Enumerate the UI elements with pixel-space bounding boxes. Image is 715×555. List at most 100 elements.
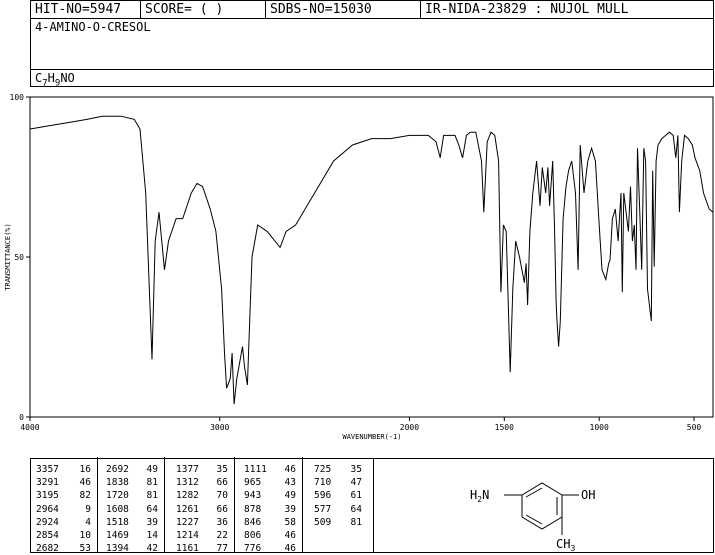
peak-row: 577 64 xyxy=(314,503,362,516)
peak-transmittance: 36 xyxy=(216,516,228,528)
peak-transmittance: 81 xyxy=(350,516,362,528)
peak-row: 1720 81 xyxy=(106,489,158,502)
spectrum-line xyxy=(29,115,714,405)
peak-transmittance: 22 xyxy=(216,530,228,542)
peak-row: 1261 66 xyxy=(176,503,228,516)
peak-wavenumber: 1261 xyxy=(176,503,199,515)
peak-row: 2692 49 xyxy=(106,463,158,476)
peak-wavenumber: 965 xyxy=(244,477,262,489)
chart-axes: 4000 3000 2000 1500 1000 500 0 50 100 xyxy=(10,93,714,432)
peak-transmittance: 49 xyxy=(284,490,296,502)
peak-column: 1377 35 1312 66 1282 70 1261 66 1227 36 1214 22 1161… xyxy=(176,463,228,555)
peak-row: 806 46 xyxy=(244,529,296,542)
peak-row: 1838 81 xyxy=(106,476,158,489)
peak-wavenumber: 2964 xyxy=(36,503,59,515)
peak-transmittance: 9 xyxy=(85,503,91,515)
peak-row: 2924 4 xyxy=(36,516,91,529)
x-tick-label: 4000 xyxy=(20,423,39,432)
peak-wavenumber: 846 xyxy=(244,516,262,528)
peak-transmittance: 14 xyxy=(146,530,158,542)
peak-wavenumber: 2692 xyxy=(106,464,129,475)
peak-transmittance: 66 xyxy=(216,477,228,489)
structure-box: H2N OH CH3 xyxy=(373,458,714,553)
peak-transmittance: 81 xyxy=(146,477,158,489)
peak-transmittance: 46 xyxy=(284,543,296,555)
amino-group: H2N xyxy=(470,488,489,504)
x-tick-label: 500 xyxy=(687,423,702,432)
peak-wavenumber: 1377 xyxy=(176,464,199,475)
peak-column: 3357 16 3291 46 3195 82 2964 9 2924 4 2854 10 2682 53 xyxy=(36,463,91,555)
peak-transmittance: 35 xyxy=(216,464,228,475)
peak-row: 1214 22 xyxy=(176,529,228,542)
peak-transmittance: 42 xyxy=(146,543,158,555)
column-divider xyxy=(97,457,98,552)
peak-wavenumber: 596 xyxy=(314,490,332,502)
peak-row: 710 47 xyxy=(314,476,362,489)
peak-row: 1377 35 xyxy=(176,463,228,476)
x-axis-label: WAVENUMBER(-1) xyxy=(342,433,401,441)
peak-row: 3195 82 xyxy=(36,489,91,502)
peak-row: 1394 42 xyxy=(106,542,158,555)
peak-transmittance: 46 xyxy=(284,464,296,475)
peak-row: 2682 53 xyxy=(36,542,91,555)
peak-transmittance: 39 xyxy=(146,516,158,528)
benzene-ring xyxy=(504,482,579,535)
peak-wavenumber: 1720 xyxy=(106,490,129,502)
peak-transmittance: 61 xyxy=(350,490,362,502)
peak-transmittance: 46 xyxy=(79,477,91,489)
peak-wavenumber: 1111 xyxy=(244,464,267,475)
peak-wavenumber: 1214 xyxy=(176,530,199,542)
peak-row: 1518 39 xyxy=(106,516,158,529)
peak-wavenumber: 2854 xyxy=(36,530,59,542)
peak-transmittance: 77 xyxy=(216,543,228,555)
x-tick-label: 1000 xyxy=(590,423,609,432)
y-axis-label: TRANSMITTANCE(%) xyxy=(4,223,12,290)
y-tick-label: 100 xyxy=(10,93,25,102)
peak-transmittance: 39 xyxy=(284,503,296,515)
molecule-structure: H2N OH CH3 xyxy=(470,482,595,552)
peak-wavenumber: 1282 xyxy=(176,490,199,502)
peak-transmittance: 4 xyxy=(85,516,91,528)
methyl-group: CH3 xyxy=(556,537,575,552)
x-tick-label: 1500 xyxy=(495,423,514,432)
peak-row: 3291 46 xyxy=(36,476,91,489)
peak-transmittance: 82 xyxy=(79,490,91,502)
peak-wavenumber: 776 xyxy=(244,543,262,555)
peak-wavenumber: 577 xyxy=(314,503,332,515)
peak-wavenumber: 878 xyxy=(244,503,262,515)
peak-transmittance: 70 xyxy=(216,490,228,502)
peak-wavenumber: 806 xyxy=(244,530,262,542)
peak-row: 1469 14 xyxy=(106,529,158,542)
y-tick-label: 50 xyxy=(14,253,24,262)
peak-wavenumber: 2924 xyxy=(36,516,59,528)
peak-transmittance: 64 xyxy=(146,503,158,515)
peak-column: 1111 46 965 43 943 49 878 39 846 58 806 46 776 46 xyxy=(244,463,296,555)
peak-row: 878 39 xyxy=(244,503,296,516)
peak-wavenumber: 725 xyxy=(314,464,332,475)
peak-row: 596 61 xyxy=(314,489,362,502)
peak-transmittance: 16 xyxy=(79,464,91,475)
peak-row: 2964 9 xyxy=(36,503,91,516)
peak-transmittance: 64 xyxy=(350,503,362,515)
peak-wavenumber: 3291 xyxy=(36,477,59,489)
x-tick-label: 2000 xyxy=(400,423,419,432)
peak-transmittance: 10 xyxy=(79,530,91,542)
peak-row: 3357 16 xyxy=(36,463,91,476)
peak-row: 2854 10 xyxy=(36,529,91,542)
peak-column: 725 35 710 47 596 61 577 64 509 81 xyxy=(314,463,362,529)
peak-row: 509 81 xyxy=(314,516,362,529)
peak-wavenumber: 1838 xyxy=(106,477,129,489)
peak-row: 943 49 xyxy=(244,489,296,502)
column-divider xyxy=(164,457,165,552)
x-tick-label: 3000 xyxy=(210,423,229,432)
column-divider xyxy=(302,457,303,552)
peak-row: 1608 64 xyxy=(106,503,158,516)
peak-wavenumber: 1394 xyxy=(106,543,129,555)
peak-transmittance: 43 xyxy=(284,477,296,489)
peak-row: 1312 66 xyxy=(176,476,228,489)
peak-transmittance: 66 xyxy=(216,503,228,515)
peak-row: 1111 46 xyxy=(244,463,296,476)
peak-transmittance: 35 xyxy=(350,464,362,475)
peak-wavenumber: 3195 xyxy=(36,490,59,502)
y-tick-label: 0 xyxy=(19,413,24,422)
